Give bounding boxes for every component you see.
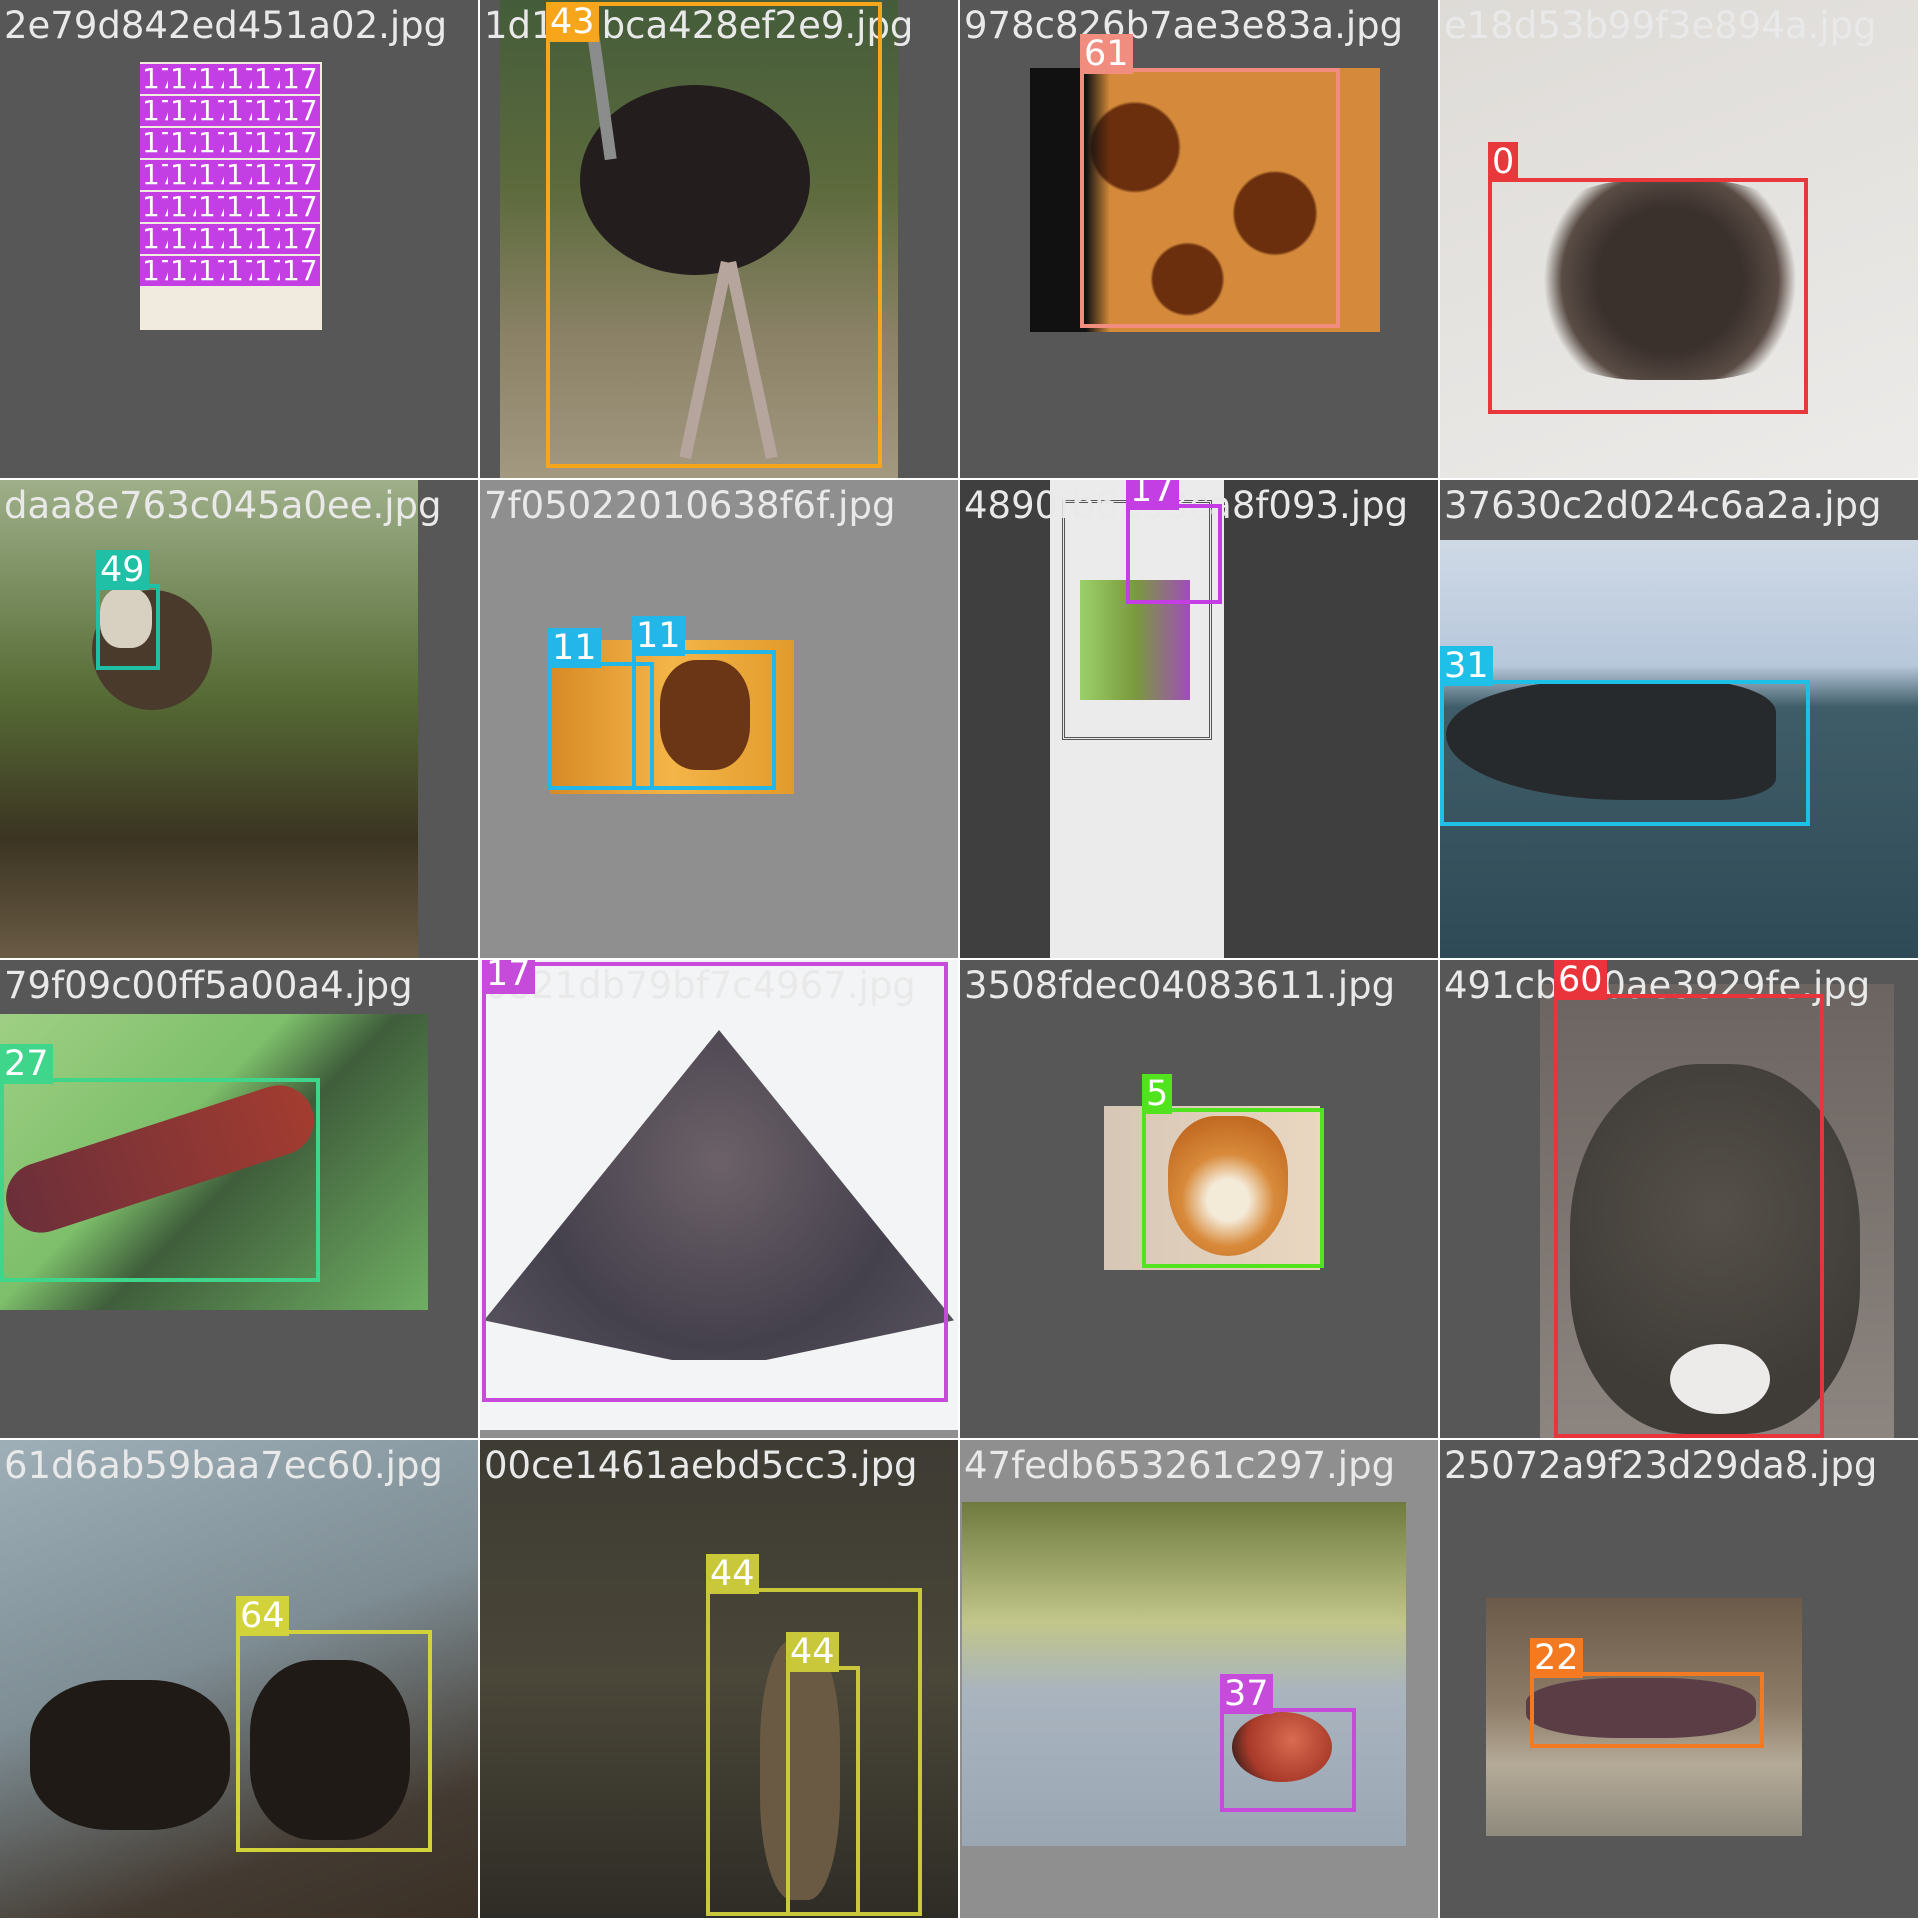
tile-filename: 2e79d842ed451a02.jpg [4, 4, 448, 47]
tile-4[interactable]: e18d53b99f3e894a.jpg 0 [1440, 0, 1918, 478]
tile-filename: e18d53b99f3e894a.jpg [1444, 4, 1877, 47]
tile-photo [0, 480, 418, 958]
class-label: 22 [1530, 1638, 1583, 1678]
class-label: 11 [548, 628, 601, 668]
class-label: 27 [0, 1044, 53, 1084]
tile-8[interactable]: 37630c2d024c6a2a.jpg 31 [1440, 480, 1918, 958]
bounding-box[interactable] [1142, 1108, 1324, 1268]
class-label: 17 [280, 94, 320, 127]
bounding-box[interactable] [1440, 680, 1810, 826]
tile-12[interactable]: 491cb3c0ae3929fe.jpg 60 [1440, 960, 1918, 1438]
grid-divider [0, 1438, 1920, 1440]
tile-filename: 37630c2d024c6a2a.jpg [1444, 484, 1882, 527]
class-label: 17 [280, 190, 320, 223]
tile-13[interactable]: 61d6ab59baa7ec60.jpg 64 [0, 1440, 478, 1918]
tile-11[interactable]: 3508fdec04083611.jpg 5 [960, 960, 1438, 1438]
tile-1[interactable]: 2e79d842ed451a02.jpg 17 17 17 17 17 17 17 17 17 1… [0, 0, 478, 478]
tile-7[interactable]: 4890fb6253ca8f093.jpg 17 [960, 480, 1438, 958]
tile-filename: 978c826b7ae3e83a.jpg [964, 4, 1404, 47]
bounding-box[interactable] [786, 1666, 860, 1916]
bounding-box[interactable] [236, 1630, 432, 1852]
class-label: 17 [280, 62, 320, 95]
bounding-box[interactable] [96, 584, 160, 670]
grid-divider [0, 478, 1920, 480]
tile-15[interactable]: 47fedb653261c297.jpg 37 [960, 1440, 1438, 1918]
class-label: 61 [1080, 34, 1133, 74]
tile-3[interactable]: 978c826b7ae3e83a.jpg 61 [960, 0, 1438, 478]
tile-5[interactable]: daa8e763c045a0ee.jpg 49 [0, 480, 478, 958]
class-label: 37 [1220, 1674, 1273, 1714]
class-label: 17 [280, 158, 320, 191]
class-label: 11 [632, 616, 685, 656]
bounding-box[interactable] [1530, 1672, 1764, 1748]
class-label: 5 [1142, 1074, 1173, 1114]
class-label: 44 [706, 1554, 759, 1594]
class-label: 60 [1554, 960, 1607, 1000]
class-label: 17 [280, 254, 320, 287]
tile-16[interactable]: 25072a9f23d29da8.jpg 22 [1440, 1440, 1918, 1918]
class-label: 49 [96, 550, 149, 590]
tile-filename: daa8e763c045a0ee.jpg [4, 484, 442, 527]
tile-9[interactable]: 79f09c00ff5a00a4.jpg 27 [0, 960, 478, 1438]
tile-filename: 47fedb653261c297.jpg [964, 1444, 1396, 1487]
class-label: 17 [482, 960, 535, 994]
tile-6[interactable]: 7f05022010638f6f.jpg 11 11 [480, 480, 958, 958]
bounding-box[interactable] [1080, 68, 1340, 328]
class-label: 64 [236, 1596, 289, 1636]
tile-14[interactable]: 00ce1461aebd5cc3.jpg 44 44 [480, 1440, 958, 1918]
tile-filename: 00ce1461aebd5cc3.jpg [484, 1444, 918, 1487]
grid-divider [958, 0, 960, 1920]
tile-filename: 3508fdec04083611.jpg [964, 964, 1396, 1007]
bounding-box[interactable] [0, 1078, 320, 1282]
grid-divider [1438, 0, 1440, 1920]
bounding-box[interactable] [1488, 178, 1808, 414]
tile-filename: 61d6ab59baa7ec60.jpg [4, 1444, 443, 1487]
class-label: 17 [280, 126, 320, 159]
bounding-box[interactable] [632, 650, 776, 790]
class-label: 17 [280, 222, 320, 255]
bounding-box[interactable] [546, 2, 882, 468]
tile-10[interactable]: 6821db79bf7c4967.jpg 17 [480, 960, 958, 1438]
class-label: 44 [786, 1632, 839, 1672]
grid-divider [478, 0, 480, 1920]
tile-filename: 7f05022010638f6f.jpg [484, 484, 896, 527]
class-label: 31 [1440, 646, 1493, 686]
grid-divider [0, 958, 1920, 960]
bounding-box[interactable] [1220, 1708, 1356, 1812]
tile-2[interactable]: 1d143bca428ef2e9.jpg 43 [480, 0, 958, 478]
bounding-box[interactable] [1554, 994, 1824, 1438]
bounding-box[interactable] [1126, 504, 1222, 604]
class-label: 43 [546, 2, 599, 42]
tile-filename: 79f09c00ff5a00a4.jpg [4, 964, 413, 1007]
bounding-box[interactable] [482, 962, 948, 1402]
detection-mosaic: 2e79d842ed451a02.jpg 17 17 17 17 17 17 17 17 17 1… [0, 0, 1920, 1920]
class-label: 0 [1488, 142, 1519, 182]
tile-filename: 25072a9f23d29da8.jpg [1444, 1444, 1878, 1487]
class-label: 17 [1126, 480, 1179, 510]
